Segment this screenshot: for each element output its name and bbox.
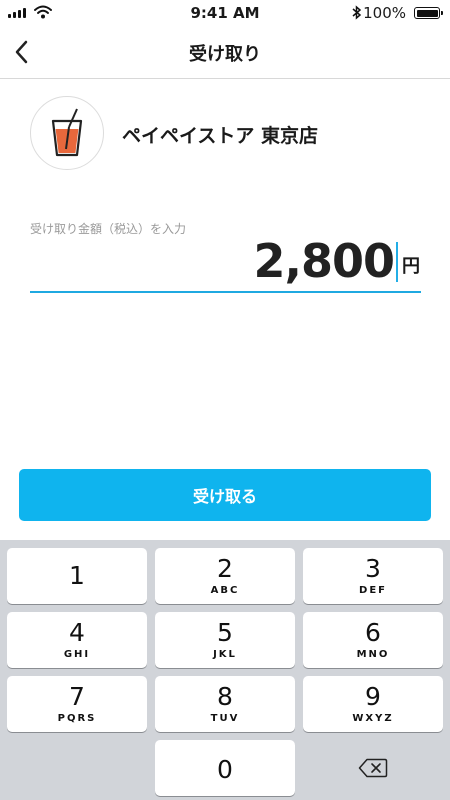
amount-value: 2,800 xyxy=(253,234,395,288)
page-title: 受け取り xyxy=(189,44,261,65)
status-bar: 9:41 AM 100% xyxy=(0,0,450,26)
drink-cup-icon xyxy=(51,108,83,157)
key-letters: ABC xyxy=(210,585,240,596)
key-number: 4 xyxy=(69,618,85,647)
key-letters: WXYZ xyxy=(352,713,394,724)
key-0[interactable]: 0 xyxy=(155,740,295,796)
store-name: ペイペイストア 東京店 xyxy=(122,125,319,147)
key-number: 6 xyxy=(365,618,381,647)
key-letters: GHI xyxy=(63,649,91,660)
key-letters: DEF xyxy=(359,585,387,596)
key-number: 9 xyxy=(365,682,381,711)
key-1[interactable]: 1 xyxy=(7,548,147,604)
battery-icon xyxy=(414,7,443,19)
navigation-bar: 受け取り xyxy=(0,26,450,79)
key-2[interactable]: 2 ABC xyxy=(155,548,295,604)
key-5[interactable]: 5 JKL xyxy=(155,612,295,668)
key-4[interactable]: 4 GHI xyxy=(7,612,147,668)
battery-percentage: 100% xyxy=(363,4,406,22)
key-3[interactable]: 3 DEF xyxy=(303,548,443,604)
numeric-keypad: 1 2 ABC 3 DEF 4 GHI 5 JKL 6 MNO 7 PQRS 8… xyxy=(0,540,450,800)
key-letters: TUV xyxy=(210,713,240,724)
key-letters: PQRS xyxy=(57,713,97,724)
key-number: 7 xyxy=(69,682,85,711)
key-number: 3 xyxy=(365,554,381,583)
store-logo xyxy=(30,96,104,170)
key-6[interactable]: 6 MNO xyxy=(303,612,443,668)
bluetooth-icon xyxy=(352,5,362,20)
key-8[interactable]: 8 TUV xyxy=(155,676,295,732)
key-9[interactable]: 9 WXYZ xyxy=(303,676,443,732)
key-number: 0 xyxy=(217,755,233,784)
key-number: 2 xyxy=(217,554,233,583)
receive-button[interactable]: 受け取る xyxy=(19,469,431,521)
key-letters: MNO xyxy=(356,649,390,660)
currency-unit: 円 xyxy=(402,256,420,277)
key-letters: JKL xyxy=(213,649,237,660)
backspace-icon xyxy=(358,758,388,778)
key-7[interactable]: 7 PQRS xyxy=(7,676,147,732)
key-number: 8 xyxy=(217,682,233,711)
amount-input[interactable]: 2,800 円 xyxy=(253,236,420,286)
amount-underline xyxy=(30,291,421,293)
text-caret xyxy=(396,242,398,282)
key-number: 5 xyxy=(217,618,233,647)
delete-key[interactable] xyxy=(303,740,443,796)
amount-label: 受け取り金額（税込）を入力 xyxy=(30,222,187,236)
key-number: 1 xyxy=(69,561,85,590)
